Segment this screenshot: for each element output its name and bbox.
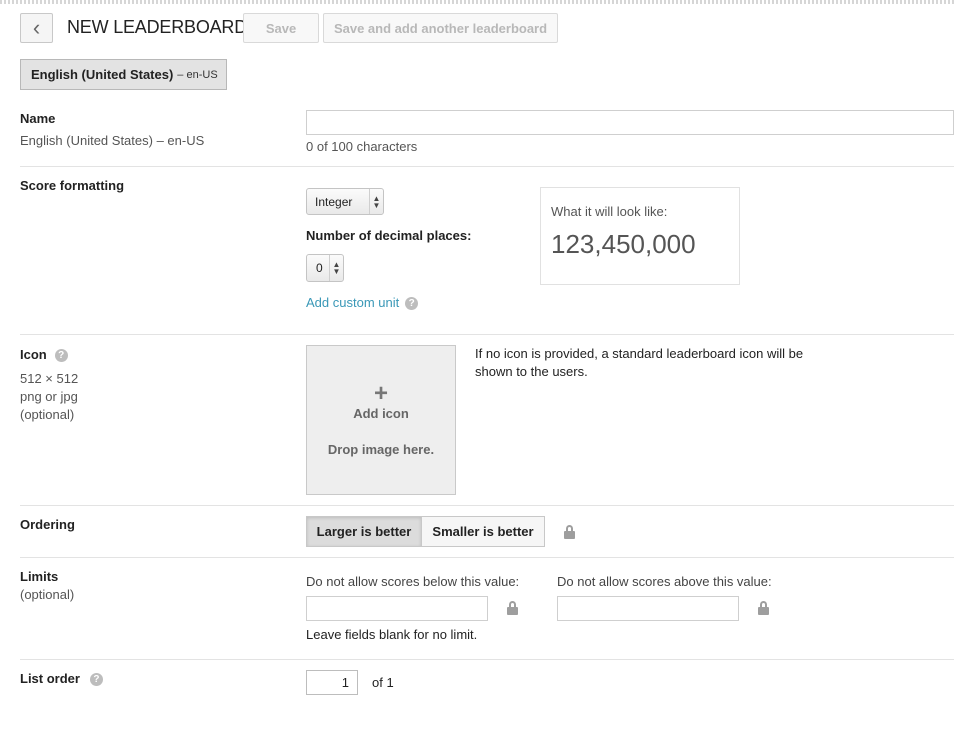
format-select[interactable]: Integer ▲ ▼ xyxy=(306,188,384,215)
name-sublabel: English (United States) – en-US xyxy=(20,133,205,148)
icon-optional: (optional) xyxy=(20,407,75,422)
name-input[interactable] xyxy=(306,110,954,135)
divider xyxy=(20,166,954,167)
decimal-select-value: 0 xyxy=(316,261,323,275)
icon-size: 512 × 512 xyxy=(20,371,79,386)
plus-icon: + xyxy=(373,380,388,407)
divider xyxy=(20,505,954,506)
icon-label: Icon? xyxy=(20,347,68,363)
list-order-label: List order? xyxy=(20,671,103,687)
list-order-label-text: List order xyxy=(20,671,80,686)
save-and-add-button[interactable]: Save and add another leaderboard xyxy=(323,13,558,43)
language-code: – en-US xyxy=(177,68,218,81)
min-limit-input[interactable] xyxy=(306,596,488,621)
name-label: Name xyxy=(20,111,56,126)
page-title: NEW LEADERBOARD xyxy=(67,17,248,37)
help-icon[interactable]: ? xyxy=(405,297,419,311)
larger-is-better-button[interactable]: Larger is better xyxy=(306,516,422,547)
decimal-places-select[interactable]: 0 ▲ ▼ xyxy=(306,254,344,282)
language-name: English (United States) xyxy=(31,67,174,82)
list-order-input[interactable]: 1 xyxy=(306,670,358,695)
divider xyxy=(20,557,954,558)
char-count: 0 of 100 characters xyxy=(306,139,418,154)
min-limit-label: Do not allow scores below this value: xyxy=(306,574,520,589)
divider xyxy=(20,334,954,335)
select-arrows-icon: ▲ ▼ xyxy=(369,189,383,214)
add-icon-text: Add icon xyxy=(353,406,409,421)
format-select-value: Integer xyxy=(315,194,353,209)
add-custom-unit-text: Add custom unit xyxy=(306,295,400,310)
lock-icon xyxy=(564,525,575,539)
save-button[interactable]: Save xyxy=(243,13,319,43)
icon-dropzone[interactable]: + Add icon Drop image here. xyxy=(306,345,456,495)
limits-hint: Leave fields blank for no limit. xyxy=(306,627,478,642)
lock-icon xyxy=(758,601,769,615)
limits-optional: (optional) xyxy=(20,587,75,602)
max-limit-label: Do not allow scores above this value: xyxy=(557,574,772,589)
back-chevron-icon: ‹ xyxy=(32,15,41,40)
max-limit-input[interactable] xyxy=(557,596,739,621)
help-icon[interactable]: ? xyxy=(54,349,68,363)
limits-label: Limits xyxy=(20,569,59,584)
top-border-stripe xyxy=(0,0,954,4)
add-custom-unit-link[interactable]: Add custom unit? xyxy=(306,295,419,311)
format-preview: What it will look like: 123,450,000 xyxy=(540,187,740,285)
back-button[interactable]: ‹ xyxy=(20,13,53,43)
ordering-label: Ordering xyxy=(20,517,75,532)
icon-formats: png or jpg xyxy=(20,389,78,404)
score-formatting-label: Score formatting xyxy=(20,178,125,193)
icon-label-text: Icon xyxy=(20,347,47,362)
preview-value: 123,450,000 xyxy=(551,229,696,259)
decimal-places-label: Number of decimal places: xyxy=(306,228,472,243)
list-order-total: of 1 xyxy=(372,675,394,690)
smaller-is-better-button[interactable]: Smaller is better xyxy=(421,516,545,547)
lock-icon xyxy=(507,601,518,615)
preview-caption: What it will look like: xyxy=(551,204,668,219)
select-arrows-icon: ▲ ▼ xyxy=(329,255,343,281)
drop-image-text: Drop image here. xyxy=(327,442,435,457)
language-tab[interactable]: English (United States) – en-US xyxy=(20,59,227,90)
divider xyxy=(20,659,954,660)
icon-note: If no icon is provided, a standard leade… xyxy=(475,346,804,379)
help-icon[interactable]: ? xyxy=(89,673,103,687)
